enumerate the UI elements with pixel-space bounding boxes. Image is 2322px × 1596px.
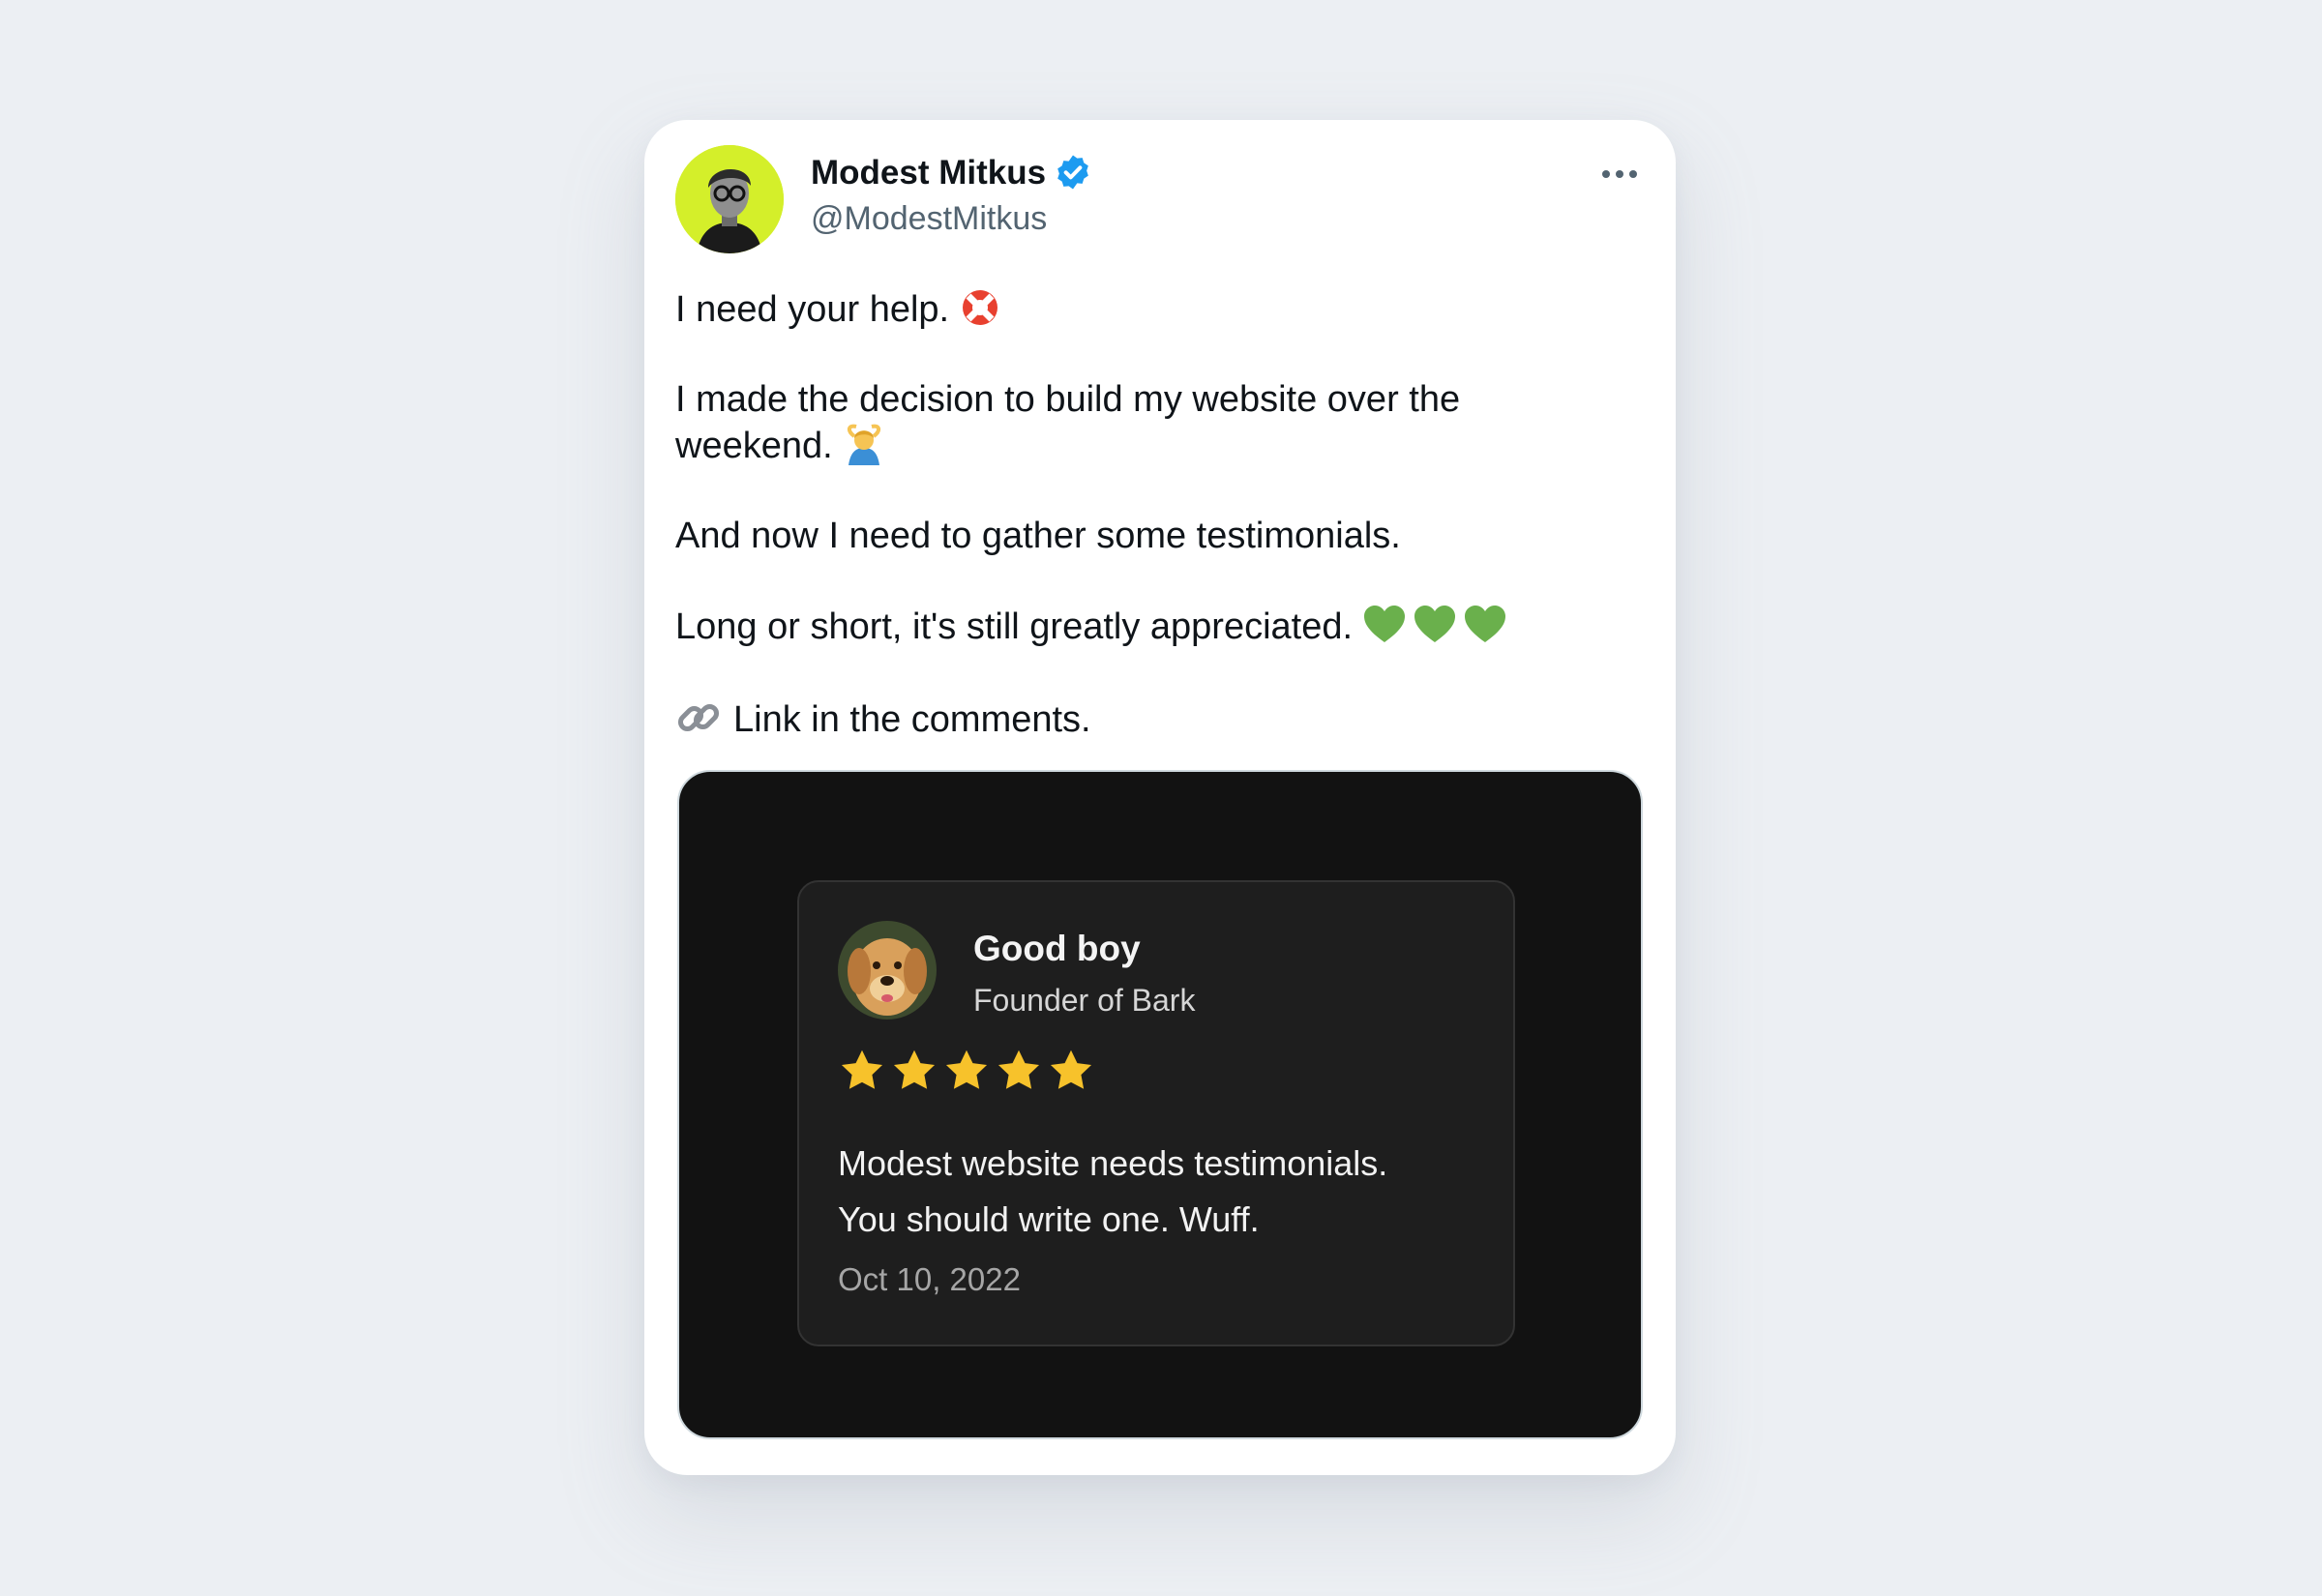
star-icon xyxy=(1050,1049,1092,1089)
green-heart-icon xyxy=(1414,606,1456,642)
dog-photo xyxy=(838,921,937,1020)
portrait-image xyxy=(675,145,784,253)
star-icon xyxy=(893,1049,936,1089)
tweet-line-4: Long or short, it's still greatly apprec… xyxy=(675,604,1643,650)
testimonial-text-line-1: Modest website needs testimonials. xyxy=(838,1143,1388,1183)
tweet-line-5: Link in the comments. xyxy=(675,695,1643,743)
verified-badge-icon xyxy=(1057,155,1088,190)
tweet-text: I need your help. I made the decision to… xyxy=(675,286,1643,743)
green-heart-icon xyxy=(1364,606,1406,642)
tweet-line-1: I need your help. xyxy=(675,286,1643,333)
more-horizontal-icon[interactable] xyxy=(1598,163,1641,186)
tweet-media-image[interactable]: Good boy Founder of Bark Modest website … xyxy=(677,770,1643,1439)
star-icon xyxy=(997,1049,1040,1089)
star-rating xyxy=(838,1047,1095,1095)
testimonial-date: Oct 10, 2022 xyxy=(838,1261,1021,1297)
author-name[interactable]: Modest Mitkus xyxy=(811,156,1046,190)
person-gesturing-ok-icon xyxy=(847,424,880,465)
link-icon xyxy=(677,703,720,732)
tweet-line-2: I made the decision to build my website … xyxy=(675,379,1461,466)
author-name-row[interactable]: Modest Mitkus xyxy=(811,153,1092,192)
tweet-line-3: And now I need to gather some testimonia… xyxy=(675,516,1401,556)
testimonial-avatar xyxy=(838,921,937,1020)
green-hearts xyxy=(1353,606,1507,647)
green-heart-icon xyxy=(1465,606,1506,642)
testimonial-author-title: Founder of Bark xyxy=(973,983,1196,1018)
testimonial-text-line-2: You should write one. Wuff. xyxy=(838,1199,1260,1239)
author-handle[interactable]: @ModestMitkus xyxy=(811,199,1047,239)
testimonial-author-name: Good boy xyxy=(973,929,1141,968)
author-avatar[interactable] xyxy=(675,145,784,253)
testimonial-text: Modest website needs testimonials. You s… xyxy=(838,1136,1496,1248)
tweet-card: Modest Mitkus @ModestMitkus I need your … xyxy=(644,120,1676,1475)
star-icon xyxy=(945,1049,988,1089)
lifebuoy-icon xyxy=(963,290,998,325)
star-icon xyxy=(841,1049,883,1089)
testimonial-card: Good boy Founder of Bark Modest website … xyxy=(797,880,1515,1346)
